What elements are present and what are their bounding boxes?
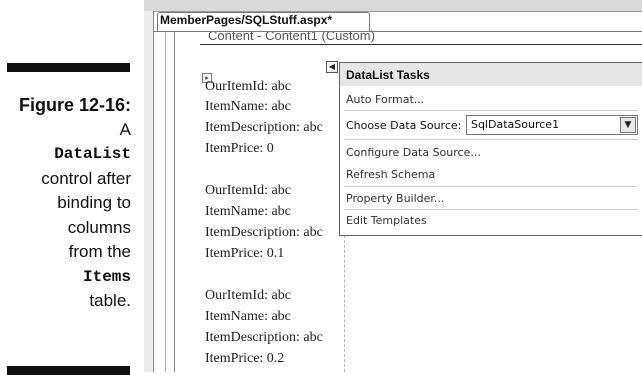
datalist-field: ItemDescription: abc	[205, 330, 323, 345]
caption-line: binding to	[57, 193, 131, 212]
caption-bottom-rule	[7, 366, 130, 375]
refresh-schema-link[interactable]: Refresh Schema	[346, 168, 435, 181]
smart-tag-chevron-icon[interactable]: ◀	[326, 61, 338, 73]
caption-line: table.	[89, 291, 131, 310]
datalist-field: ItemPrice: 0.1	[205, 246, 285, 261]
caption-line: from the	[68, 242, 131, 261]
separator	[344, 186, 638, 187]
choose-data-source-label: Choose Data Source:	[346, 119, 462, 132]
tasks-panel-header: DataList Tasks	[340, 63, 642, 86]
caption-table-name: Items	[82, 267, 131, 286]
datalist-field: OurItemId: abc	[205, 183, 291, 198]
datalist-field: OurItemId: abc	[205, 288, 291, 303]
ide-toolbar-strip	[144, 0, 642, 12]
datalist-control[interactable]	[200, 71, 345, 372]
caption-line: control after	[41, 168, 131, 188]
caption-top-rule	[7, 63, 130, 72]
datalist-field: ItemName: abc	[205, 309, 291, 324]
datalist-field: ItemName: abc	[205, 204, 291, 219]
separator	[344, 209, 638, 210]
ide-window: Content - Content1 (Custom) MemberPages/…	[144, 0, 642, 372]
datalist-field: ItemName: abc	[205, 99, 291, 114]
ide-left-gutter	[144, 11, 154, 372]
configure-data-source-link[interactable]: Configure Data Source...	[346, 146, 481, 159]
datalist-field: OurItemId: abc	[205, 79, 291, 94]
document-border	[165, 32, 166, 372]
tab-strip-divider	[153, 31, 642, 32]
data-source-value: SqlDataSource1	[471, 118, 560, 131]
datalist-field: ItemPrice: 0.2	[205, 351, 285, 366]
property-builder-link[interactable]: Property Builder...	[346, 192, 444, 205]
data-source-select[interactable]: SqlDataSource1 ▼	[466, 115, 638, 135]
datalist-field: ItemDescription: abc	[205, 225, 323, 240]
caption-class-name: DataList	[54, 145, 131, 163]
figure-caption: Figure 12-16: A DataList control after b…	[0, 93, 131, 314]
datalist-field: ItemDescription: abc	[205, 120, 323, 135]
separator	[344, 139, 638, 140]
figure-number: Figure 12-16:	[18, 95, 131, 115]
document-border	[174, 32, 175, 372]
auto-format-link[interactable]: Auto Format...	[346, 93, 424, 106]
caption-line: columns	[67, 217, 131, 237]
chevron-down-icon[interactable]: ▼	[620, 117, 636, 133]
document-tab-label: MemberPages/SQLStuff.aspx*	[160, 13, 333, 27]
edit-templates-link[interactable]: Edit Templates	[346, 214, 427, 227]
separator	[344, 110, 638, 111]
datalist-tasks-panel: DataList Tasks Auto Format... Choose Dat…	[339, 62, 642, 236]
caption-line: A	[119, 119, 131, 139]
datalist-field: ItemPrice: 0	[205, 141, 274, 156]
tasks-panel-title: DataList Tasks	[346, 68, 430, 82]
